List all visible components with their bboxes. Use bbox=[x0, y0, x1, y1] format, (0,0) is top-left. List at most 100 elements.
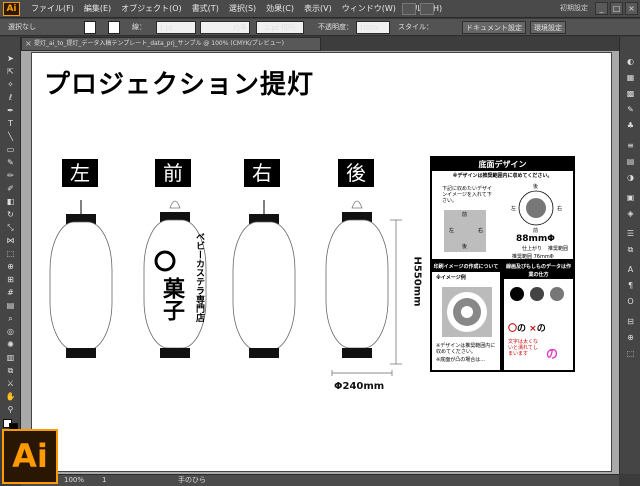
menu-edit[interactable]: 編集(E) bbox=[79, 0, 116, 18]
guide-ok-ng: 〇の ×の bbox=[508, 321, 546, 334]
magic-wand-tool-icon[interactable]: ✧ bbox=[3, 79, 18, 90]
view-label-right: 右 bbox=[244, 159, 280, 187]
symbol-sprayer-tool-icon[interactable]: ✺ bbox=[3, 339, 18, 350]
hand-tool-icon[interactable]: ✋ bbox=[3, 391, 18, 402]
zoom-tool-icon[interactable]: ⚲ bbox=[3, 404, 18, 415]
color-panel-icon[interactable]: ◐ bbox=[624, 57, 637, 67]
preferences-button[interactable]: 環境設定 bbox=[530, 21, 566, 34]
slice-tool-icon[interactable]: ⚔ bbox=[3, 378, 18, 389]
blend-tool-icon[interactable]: ◎ bbox=[3, 326, 18, 337]
panel-dock: ◐ ▦ ▩ ✎ ♣ ≡ ▤ ◑ ▣ ◈ ☰ ⧉ A ¶ O ⊟ ⊕ ⬚ bbox=[619, 37, 640, 474]
guide-circle-1 bbox=[510, 287, 524, 301]
diameter-dimension: Φ240mm bbox=[334, 381, 385, 392]
close-tab-icon[interactable]: × bbox=[25, 38, 32, 50]
workspace-switcher[interactable]: 初期設定 bbox=[560, 3, 588, 13]
menu-select[interactable]: 選択(S) bbox=[224, 0, 261, 18]
document-tab[interactable]: × 提灯_ai_to_提灯_データ入稿テンプレート_data_prj_サンプル … bbox=[21, 37, 321, 51]
artboards-panel-icon[interactable]: ⧉ bbox=[624, 245, 637, 255]
menu-effect[interactable]: 効果(C) bbox=[261, 0, 299, 18]
graph-tool-icon[interactable]: ▥ bbox=[3, 352, 18, 363]
selection-tool-icon[interactable]: ➤ bbox=[3, 53, 18, 64]
recommended-label: 推奨範囲 bbox=[548, 246, 569, 252]
pencil-tool-icon[interactable]: ✏ bbox=[3, 170, 18, 181]
brushes-panel-icon[interactable]: ✎ bbox=[624, 105, 637, 115]
stroke-panel-icon[interactable]: ≡ bbox=[624, 141, 637, 151]
bottom-diameter: 88mmΦ bbox=[516, 234, 555, 244]
height-dimension: H550mm bbox=[411, 256, 423, 307]
artboard-tool-icon[interactable]: ⧉ bbox=[3, 365, 18, 376]
direct-selection-tool-icon[interactable]: ⇱ bbox=[3, 66, 18, 77]
paintbrush-tool-icon[interactable]: ✎ bbox=[3, 157, 18, 168]
width-tool-icon[interactable]: ⋈ bbox=[3, 235, 18, 246]
lantern-brand-subtitle: ベビーカステラ専門店 bbox=[194, 232, 204, 322]
fill-swatch[interactable] bbox=[84, 21, 96, 34]
menu-file[interactable]: ファイル(F) bbox=[26, 0, 79, 18]
layers-panel-icon[interactable]: ☰ bbox=[624, 229, 637, 239]
document-settings-button[interactable]: ドキュメント設定 bbox=[462, 21, 526, 34]
bottom-design-panel: 底面デザイン ※デザインは推奨範囲内に収めてください。 下記に収めたいデザインイ… bbox=[430, 156, 575, 261]
guide-panel: 線画及びもしものデータは作業の仕方 〇の ×の 文字は太くないと潰れてしまいます… bbox=[502, 261, 575, 372]
pen-tool-icon[interactable]: ✒ bbox=[3, 105, 18, 116]
rotate-tool-icon[interactable]: ↻ bbox=[3, 209, 18, 220]
zoom-level[interactable]: 100% bbox=[64, 474, 84, 486]
swatches-panel-icon[interactable]: ▩ bbox=[624, 89, 637, 99]
image-example-note: ※底面が凸の場合は... bbox=[436, 357, 485, 363]
bottom-design-instruction: 下記に収めたいデザインイメージを入れて下さい。 bbox=[442, 186, 493, 204]
shape-builder-tool-icon[interactable]: ⊕ bbox=[3, 261, 18, 272]
horizontal-scrollbar[interactable] bbox=[21, 474, 619, 486]
bottom-design-title: 底面デザイン bbox=[432, 158, 573, 171]
symbols-panel-icon[interactable]: ♣ bbox=[624, 121, 637, 131]
guide-circle-2 bbox=[530, 287, 544, 301]
opacity-label[interactable]: 不透明度： bbox=[318, 21, 353, 34]
graphic-styles-panel-icon[interactable]: ◈ bbox=[624, 209, 637, 219]
close-button[interactable]: × bbox=[625, 2, 638, 15]
character-panel-icon[interactable]: A bbox=[624, 265, 637, 275]
eyedropper-tool-icon[interactable]: ⌕ bbox=[3, 313, 18, 324]
opacity-field[interactable]: 100% bbox=[356, 21, 390, 34]
gradient-tool-icon[interactable]: ▤ bbox=[3, 300, 18, 311]
variable-width-profile[interactable]: 均等 bbox=[200, 21, 250, 34]
placement-dir-left: 左 bbox=[449, 228, 455, 234]
brush-definition[interactable]: 2 pt 楕円 bbox=[256, 21, 304, 34]
menu-type[interactable]: 書式(T) bbox=[187, 0, 224, 18]
type-tool-icon[interactable]: T bbox=[3, 118, 18, 129]
minimize-button[interactable]: _ bbox=[595, 2, 608, 15]
mesh-tool-icon[interactable]: # bbox=[3, 287, 18, 298]
perspective-grid-tool-icon[interactable]: ⊞ bbox=[3, 274, 18, 285]
flower-pattern-icon bbox=[447, 292, 487, 332]
gradient-panel-icon[interactable]: ▤ bbox=[624, 157, 637, 167]
scale-tool-icon[interactable]: ⤡ bbox=[3, 222, 18, 233]
transform-panel-icon[interactable]: ⬚ bbox=[624, 349, 637, 359]
arrange-documents-button[interactable] bbox=[420, 3, 434, 15]
color-guide-panel-icon[interactable]: ▦ bbox=[624, 73, 637, 83]
free-transform-tool-icon[interactable]: ⬚ bbox=[3, 248, 18, 259]
line-tool-icon[interactable]: ╲ bbox=[3, 131, 18, 142]
rectangle-tool-icon[interactable]: ▭ bbox=[3, 144, 18, 155]
appearance-panel-icon[interactable]: ▣ bbox=[624, 193, 637, 203]
stroke-weight-field[interactable]: 1 pt bbox=[156, 21, 196, 34]
pathfinder-panel-icon[interactable]: ⊕ bbox=[624, 333, 637, 343]
placement-dir-back: 後 bbox=[462, 244, 468, 250]
align-panel-icon[interactable]: ⊟ bbox=[624, 317, 637, 327]
bottom-design-notice: ※デザインは推奨範囲内に収めてください。 bbox=[452, 173, 553, 179]
paragraph-panel-icon[interactable]: ¶ bbox=[624, 281, 637, 291]
opentype-panel-icon[interactable]: O bbox=[624, 297, 637, 307]
maximize-button[interactable]: □ bbox=[610, 2, 623, 15]
bridge-button[interactable] bbox=[402, 3, 416, 15]
guide-ok-text: の bbox=[517, 324, 527, 334]
guide-title: 線画及びもしものデータは作業の仕方 bbox=[504, 263, 573, 279]
artboard-number[interactable]: 1 bbox=[102, 474, 106, 486]
selection-status: 選択なし bbox=[8, 23, 36, 31]
lantern-left bbox=[49, 200, 113, 358]
menu-view[interactable]: 表示(V) bbox=[299, 0, 337, 18]
style-label: スタイル： bbox=[398, 23, 433, 31]
lasso-tool-icon[interactable]: ℓ bbox=[3, 92, 18, 103]
stroke-label[interactable]: 線： bbox=[132, 21, 146, 34]
dimension-lines bbox=[331, 219, 402, 376]
menu-object[interactable]: オブジェクト(O) bbox=[116, 0, 187, 18]
transparency-panel-icon[interactable]: ◑ bbox=[624, 173, 637, 183]
blob-brush-tool-icon[interactable]: ✐ bbox=[3, 183, 18, 194]
eraser-tool-icon[interactable]: ◧ bbox=[3, 196, 18, 207]
menu-window[interactable]: ウィンドウ(W) bbox=[337, 0, 401, 18]
stroke-swatch[interactable] bbox=[108, 21, 120, 34]
